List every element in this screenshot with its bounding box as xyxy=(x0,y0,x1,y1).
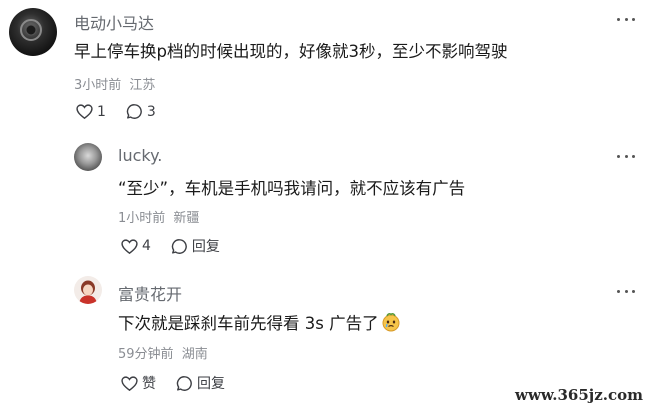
more-options-icon[interactable] xyxy=(617,286,635,296)
reply-label: 回复 xyxy=(191,239,220,255)
avatar[interactable] xyxy=(74,276,102,304)
comment-actions: 4 回复 xyxy=(121,236,240,256)
timestamp: 59分钟前 xyxy=(118,347,174,362)
comment-text-content: 下次就是踩刹车前先得看 3s 广告了 xyxy=(118,314,379,333)
like-count: 4 xyxy=(142,238,151,254)
username[interactable]: 富贵花开 xyxy=(118,281,182,305)
comment-bubble-icon xyxy=(126,104,142,119)
username[interactable]: lucky. xyxy=(118,146,162,165)
heart-icon xyxy=(76,104,93,119)
reply-button[interactable]: 回复 xyxy=(171,236,220,256)
heart-icon xyxy=(121,375,138,391)
avatar[interactable] xyxy=(9,8,57,56)
comment-text: 早上停车换p档的时候出现的，好像就3秒，至少不影响驾驶 xyxy=(74,42,508,61)
like-count: 1 xyxy=(97,103,106,120)
location: 新疆 xyxy=(173,211,200,226)
more-options-icon[interactable] xyxy=(617,151,635,161)
heart-icon xyxy=(121,238,138,254)
reply-count: 3 xyxy=(146,103,156,120)
comment-bubble-icon xyxy=(171,238,187,254)
comment-bubble-icon xyxy=(176,375,192,391)
watermark: www.365jz.com xyxy=(515,386,643,404)
like-label: 赞 xyxy=(142,376,156,392)
like-button[interactable]: 赞 xyxy=(121,373,156,393)
timestamp: 3小时前 xyxy=(74,78,122,93)
reply-label: 回复 xyxy=(197,376,225,392)
comment-actions: 1 3 xyxy=(76,103,176,120)
location: 江苏 xyxy=(129,78,156,93)
comment-meta: 59分钟前 湖南 xyxy=(118,343,208,362)
comment-text: “至少”，车机是手机吗我请问，就不应该有广告 xyxy=(118,179,466,198)
location: 湖南 xyxy=(181,347,208,362)
timestamp: 1小时前 xyxy=(118,211,166,226)
crying-face-emoji-icon xyxy=(382,313,400,332)
reply-button[interactable]: 3 xyxy=(126,103,156,120)
comment-meta: 1小时前 新疆 xyxy=(118,207,199,226)
like-button[interactable]: 4 xyxy=(121,238,151,254)
comment-text: 下次就是踩刹车前先得看 3s 广告了 xyxy=(118,310,401,334)
comment-meta: 3小时前 江苏 xyxy=(74,74,155,93)
username[interactable]: 电动小马达 xyxy=(74,10,154,34)
more-options-icon[interactable] xyxy=(617,14,635,24)
like-button[interactable]: 1 xyxy=(76,104,106,120)
comment-actions: 赞 回复 xyxy=(121,373,245,393)
avatar[interactable] xyxy=(74,143,102,171)
reply-button[interactable]: 回复 xyxy=(176,373,225,393)
